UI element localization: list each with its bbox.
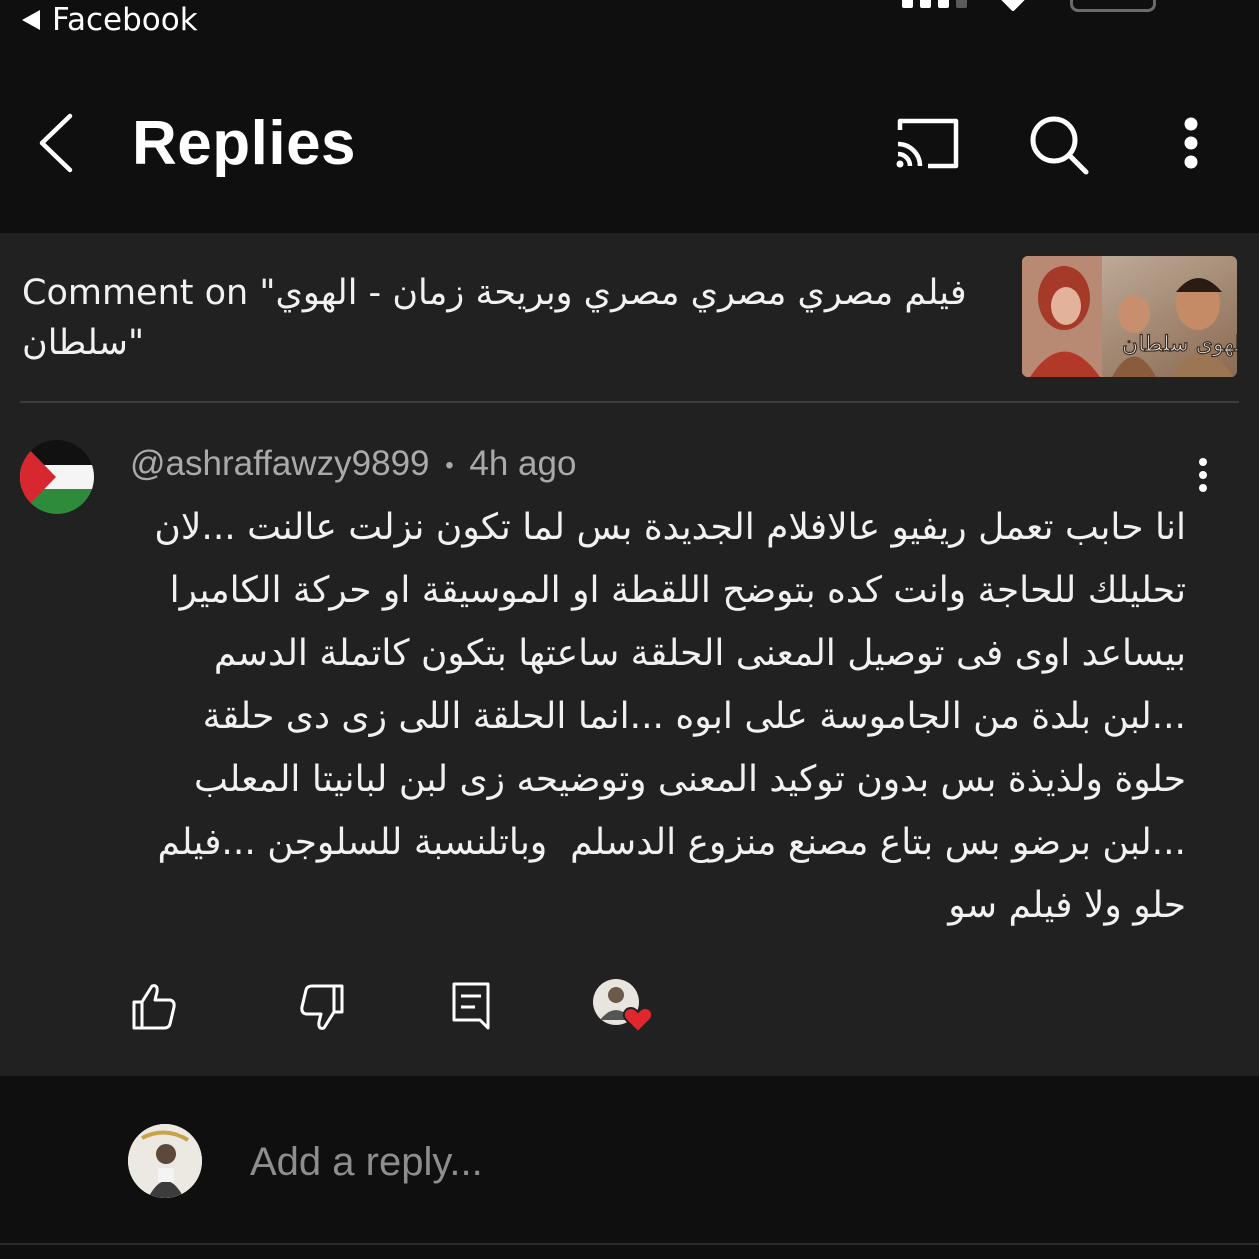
reply-icon bbox=[452, 982, 490, 1030]
user-avatar-image bbox=[128, 1124, 202, 1198]
comment-text: انا حابب تعمل ريفيو عالافلام الجديدة بس … bbox=[142, 507, 1186, 926]
back-triangle-icon bbox=[22, 10, 40, 30]
cast-button[interactable] bbox=[892, 114, 962, 174]
meta-separator: • bbox=[445, 451, 454, 479]
cast-icon bbox=[896, 118, 959, 169]
video-thumbnail[interactable]: الهوى سلطان bbox=[1022, 256, 1237, 377]
reply-input[interactable] bbox=[250, 1134, 1050, 1190]
signal-bar-icon bbox=[920, 0, 931, 8]
signal-bar-icon bbox=[902, 0, 913, 8]
user-avatar[interactable] bbox=[128, 1124, 202, 1198]
battery-icon bbox=[1070, 0, 1156, 12]
like-button[interactable] bbox=[130, 980, 178, 1034]
back-icon bbox=[39, 113, 73, 173]
more-options-button[interactable] bbox=[1170, 112, 1212, 178]
comment-author[interactable]: @ashraffawzy9899 bbox=[130, 444, 430, 483]
signal-bar-icon bbox=[938, 0, 949, 8]
comment-meta: @ashraffawzy9899 • 4h ago bbox=[130, 444, 576, 484]
thumbnail-image: الهوى سلطان bbox=[1022, 256, 1237, 377]
search-button[interactable] bbox=[1026, 112, 1092, 178]
thumbnail-logo-text: الهوى سلطان bbox=[1122, 332, 1237, 357]
more-vert-icon bbox=[1199, 458, 1207, 492]
reply-button[interactable] bbox=[450, 980, 494, 1034]
comment-more-button[interactable] bbox=[1188, 456, 1218, 498]
wifi-icon bbox=[1000, 0, 1026, 12]
dislike-button[interactable] bbox=[298, 980, 346, 1034]
signal-bar-icon bbox=[956, 0, 967, 8]
creator-heart-icon bbox=[593, 979, 654, 1034]
bottom-divider bbox=[0, 1243, 1259, 1245]
more-vert-icon bbox=[1184, 117, 1198, 169]
back-button[interactable] bbox=[30, 110, 90, 176]
creator-heart bbox=[592, 978, 660, 1036]
video-title[interactable]: Comment on "فيلم مصري مصري مصري وبريحة ز… bbox=[22, 268, 982, 368]
divider bbox=[20, 401, 1239, 403]
palestine-flag-avatar bbox=[20, 440, 94, 514]
back-app-label: Facebook bbox=[52, 2, 198, 38]
author-avatar[interactable] bbox=[20, 440, 94, 514]
page-title: Replies bbox=[132, 109, 357, 178]
search-icon bbox=[1030, 116, 1089, 175]
status-back-to-facebook[interactable]: Facebook bbox=[22, 2, 198, 38]
comment-time: 4h ago bbox=[469, 444, 577, 483]
like-icon bbox=[132, 984, 176, 1030]
dislike-icon bbox=[300, 984, 344, 1030]
